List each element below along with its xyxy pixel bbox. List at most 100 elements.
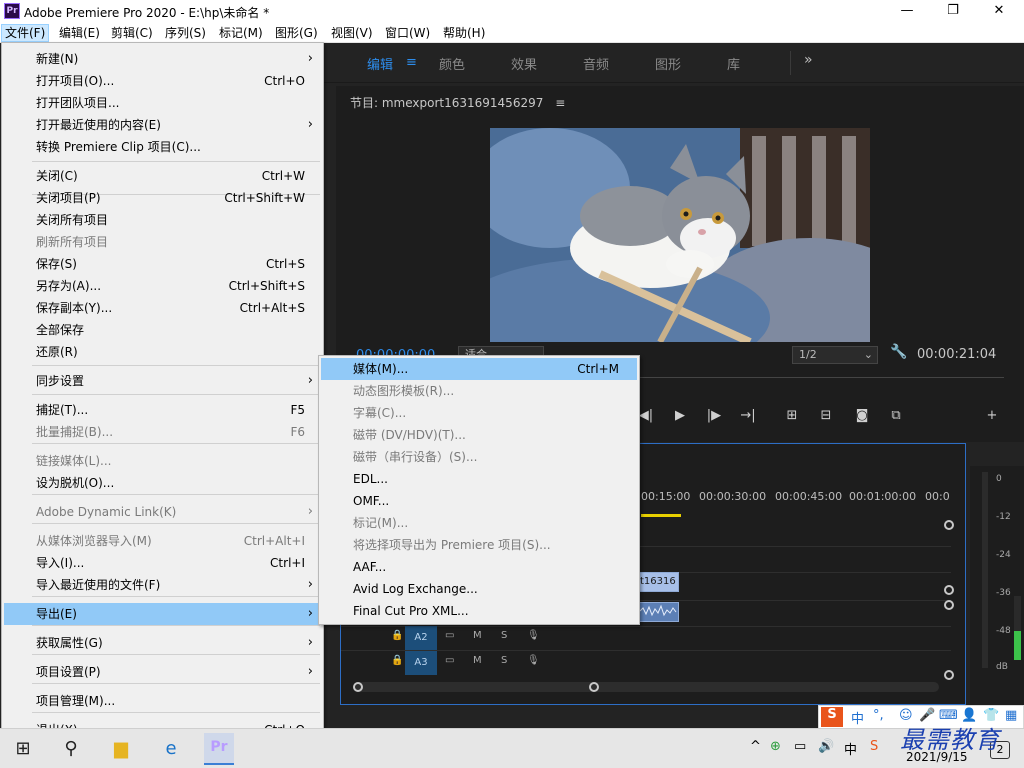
sogou-logo-icon[interactable]: S bbox=[821, 707, 843, 727]
sync-lock-icon[interactable]: ▭ bbox=[445, 630, 454, 641]
file-menu-item-3[interactable]: 打开最近使用的内容(E) › bbox=[4, 114, 321, 136]
file-menu-item-7[interactable]: 关闭所有项目 bbox=[4, 209, 321, 231]
camera-icon[interactable]: ◙ bbox=[852, 408, 872, 423]
file-menu-item-2[interactable]: 打开团队项目... bbox=[4, 92, 321, 114]
file-menu-item-26[interactable]: 项目管理(M)... bbox=[4, 690, 321, 712]
toolbox-icon[interactable]: ▦ bbox=[1005, 708, 1017, 723]
file-menu-item-1[interactable]: 打开项目(O)... Ctrl+O bbox=[4, 70, 321, 92]
file-menu-item-24[interactable]: 获取属性(G) › bbox=[4, 632, 321, 654]
scroll-handle-right[interactable] bbox=[589, 682, 599, 692]
solo-button[interactable]: S bbox=[501, 630, 507, 641]
maximize-button[interactable]: ❐ bbox=[930, 0, 976, 23]
file-menu-item-9[interactable]: 保存(S) Ctrl+S bbox=[4, 253, 321, 275]
timeline-horizontal-scrollbar[interactable] bbox=[353, 682, 939, 692]
menu-sequence[interactable]: 序列(S) bbox=[162, 24, 209, 42]
file-menu-item-10[interactable]: 另存为(A)... Ctrl+Shift+S bbox=[4, 275, 321, 297]
file-menu-item-4[interactable]: 转换 Premiere Clip 项目(C)... bbox=[4, 136, 321, 158]
playback-resolution-select[interactable]: 1/2 ⌄ bbox=[792, 346, 878, 364]
menu-markers[interactable]: 标记(M) bbox=[216, 24, 266, 42]
export-menu-item-10[interactable]: Avid Log Exchange... bbox=[321, 578, 637, 600]
menu-edit[interactable]: 编辑(E) bbox=[56, 24, 103, 42]
vertical-zoom-handle[interactable] bbox=[944, 585, 954, 595]
mute-button[interactable]: M bbox=[473, 655, 482, 666]
scrub-bar[interactable] bbox=[636, 377, 1004, 378]
work-area-bar[interactable] bbox=[641, 514, 681, 517]
play-icon[interactable]: ▶ bbox=[670, 408, 690, 423]
export-menu-item-9[interactable]: AAF... bbox=[321, 556, 637, 578]
punctuation-mode[interactable]: °, bbox=[873, 708, 884, 723]
add-button-icon[interactable]: + bbox=[982, 408, 1002, 423]
menu-clip[interactable]: 剪辑(C) bbox=[108, 24, 156, 42]
go-to-out-icon[interactable]: →| bbox=[738, 408, 758, 423]
workspace-tab-libraries[interactable]: 库 bbox=[727, 54, 740, 73]
workspace-tab-audio[interactable]: 音频 bbox=[583, 54, 609, 73]
premiere-taskbar-icon[interactable]: Pr bbox=[204, 733, 234, 765]
show-hidden-icons[interactable]: ^ bbox=[750, 739, 761, 754]
file-menu-item-22[interactable]: 导入最近使用的文件(F) › bbox=[4, 574, 321, 596]
export-menu-item-5[interactable]: EDL... bbox=[321, 468, 637, 490]
volume-icon[interactable]: 🔊 bbox=[818, 739, 834, 754]
scroll-handle-left[interactable] bbox=[353, 682, 363, 692]
compare-view-icon[interactable]: ⧉ bbox=[886, 408, 906, 423]
export-menu-item-0[interactable]: 媒体(M)... Ctrl+M bbox=[321, 358, 637, 380]
file-menu-item-6[interactable]: 关闭项目(P) Ctrl+Shift+W bbox=[4, 187, 321, 209]
vertical-zoom-handle[interactable] bbox=[944, 670, 954, 680]
workspace-tab-effects[interactable]: 效果 bbox=[511, 54, 537, 73]
vertical-zoom-handle[interactable] bbox=[944, 520, 954, 530]
file-menu-item-11[interactable]: 保存副本(Y)... Ctrl+Alt+S bbox=[4, 297, 321, 319]
track-a2-label[interactable]: A2 bbox=[405, 626, 437, 650]
file-menu-item-18[interactable]: 设为脱机(O)... bbox=[4, 472, 321, 494]
file-menu-item-5[interactable]: 关闭(C) Ctrl+W bbox=[4, 165, 321, 187]
menu-view[interactable]: 视图(V) bbox=[328, 24, 376, 42]
network-tray-icon[interactable]: ⊕ bbox=[770, 739, 781, 754]
ime-tray-lang[interactable]: 中 bbox=[844, 739, 857, 758]
vertical-zoom-handle[interactable] bbox=[944, 600, 954, 610]
workspace-more-icon[interactable]: » bbox=[804, 52, 813, 68]
windows-start-icon[interactable]: ⊞ bbox=[8, 735, 38, 763]
mute-button[interactable]: M bbox=[473, 630, 482, 641]
extract-icon[interactable]: ⊟ bbox=[816, 408, 836, 423]
microphone-icon[interactable]: 🎙 bbox=[527, 655, 540, 666]
export-menu-item-6[interactable]: OMF... bbox=[321, 490, 637, 512]
lock-icon[interactable]: 🔒 bbox=[391, 655, 403, 666]
menu-file[interactable]: 文件(F) bbox=[1, 24, 50, 42]
sync-lock-icon[interactable]: ▭ bbox=[445, 655, 454, 666]
microphone-icon[interactable]: 🎙 bbox=[527, 630, 540, 641]
export-menu-item-11[interactable]: Final Cut Pro XML... bbox=[321, 600, 637, 622]
workspace-tab-color[interactable]: 颜色 bbox=[439, 54, 465, 73]
file-menu-item-25[interactable]: 项目设置(P) › bbox=[4, 661, 321, 683]
file-menu-item-14[interactable]: 同步设置 › bbox=[4, 370, 321, 392]
step-forward-icon[interactable]: |▶ bbox=[704, 408, 724, 423]
file-menu-item-13[interactable]: 还原(R) bbox=[4, 341, 321, 363]
lock-icon[interactable]: 🔒 bbox=[391, 630, 403, 641]
wrench-icon[interactable]: 🔧 bbox=[890, 344, 907, 360]
file-menu-item-15[interactable]: 捕捉(T)... F5 bbox=[4, 399, 321, 421]
workspace-menu-icon[interactable]: ≡ bbox=[406, 55, 417, 70]
ime-language[interactable]: 中 bbox=[851, 708, 864, 727]
search-icon[interactable]: ⚲ bbox=[56, 735, 86, 763]
menu-help[interactable]: 帮助(H) bbox=[440, 24, 488, 42]
file-menu-item-12[interactable]: 全部保存 bbox=[4, 319, 321, 341]
sogou-tray-icon[interactable]: S bbox=[870, 739, 878, 754]
file-menu-item-21[interactable]: 导入(I)... Ctrl+I bbox=[4, 552, 321, 574]
track-a3-label[interactable]: A3 bbox=[405, 651, 437, 675]
video-preview[interactable] bbox=[490, 128, 870, 342]
minimize-button[interactable]: — bbox=[884, 0, 930, 23]
display-tray-icon[interactable]: ▭ bbox=[794, 739, 806, 754]
file-explorer-icon[interactable]: ▆ bbox=[106, 735, 136, 763]
menu-window[interactable]: 窗口(W) bbox=[382, 24, 433, 42]
workspace-tab-editing[interactable]: 编辑 bbox=[367, 54, 393, 73]
file-menu-item-23[interactable]: 导出(E) › bbox=[4, 603, 321, 625]
close-button[interactable]: ✕ bbox=[976, 0, 1022, 23]
solo-button[interactable]: S bbox=[501, 655, 507, 666]
lift-icon[interactable]: ⊞ bbox=[782, 408, 802, 423]
workspace-tab-graphics[interactable]: 图形 bbox=[655, 54, 681, 73]
menu-graphics[interactable]: 图形(G) bbox=[272, 24, 321, 42]
menu-item-label: 项目管理(M)... bbox=[36, 694, 116, 708]
menu-item-label: EDL... bbox=[353, 472, 388, 486]
video-clip[interactable]: t16316 bbox=[637, 572, 679, 592]
edge-browser-icon[interactable]: e bbox=[156, 735, 186, 763]
file-menu-item-0[interactable]: 新建(N) › bbox=[4, 48, 321, 70]
audio-clip[interactable] bbox=[637, 602, 679, 622]
panel-menu-icon[interactable]: ≡ bbox=[555, 96, 565, 110]
